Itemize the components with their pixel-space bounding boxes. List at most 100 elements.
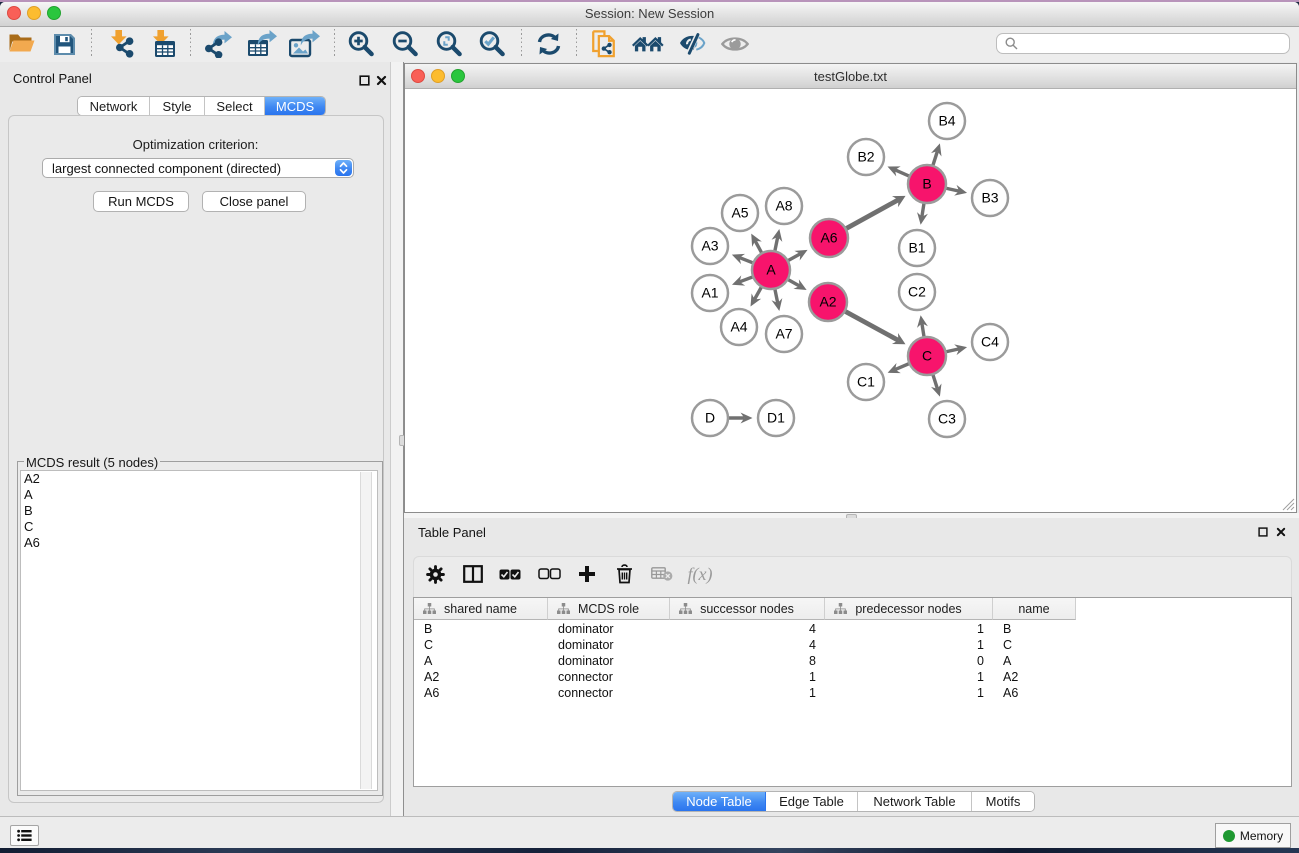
zoom-selected-button[interactable] [476,28,508,60]
memory-button[interactable]: Memory [1215,823,1291,848]
open-file-button[interactable] [6,28,38,60]
column-header-predecessor-nodes[interactable]: predecessor nodes [825,598,993,620]
zoom-out-button[interactable] [389,28,421,60]
table-cell[interactable]: 1 [825,685,984,701]
graph-node-A1[interactable]: A1 [692,275,728,311]
table-cell[interactable]: 4 [670,621,816,637]
column-header-successor-nodes[interactable]: successor nodes [670,598,825,620]
graph-node-A8[interactable]: A8 [766,188,802,224]
table-cell[interactable]: 1 [825,621,984,637]
graph-node-B[interactable]: B [908,165,946,203]
table-cell[interactable]: A [1003,653,1076,669]
graph-node-D[interactable]: D [692,400,728,436]
graph-node-C1[interactable]: C1 [848,364,884,400]
show-panels-button[interactable] [10,825,39,846]
add-column-button[interactable] [572,560,602,588]
zoom-in-button[interactable] [345,28,377,60]
tab-node-table[interactable]: Node Table [673,792,766,811]
table-cell[interactable]: C [1003,637,1076,653]
close-panel-icon[interactable] [376,75,387,86]
table-cell[interactable]: 0 [825,653,984,669]
mcds-result-item[interactable]: A2 [21,471,377,487]
tab-mcds[interactable]: MCDS [265,97,325,115]
criterion-dropdown[interactable]: largest connected component (directed) [42,158,354,178]
mcds-result-list[interactable]: A2ABCA6 [20,470,378,791]
table-cell[interactable]: A [424,653,548,669]
table-row-C[interactable]: Cdominator41 C [414,637,1084,653]
column-header-shared-name[interactable]: shared name [414,598,548,620]
mcds-list-scrollbar[interactable] [360,472,372,789]
graph-node-A7[interactable]: A7 [766,316,802,352]
graph-node-A2[interactable]: A2 [809,283,847,321]
gear-button[interactable] [420,560,450,588]
graph-node-A3[interactable]: A3 [692,228,728,264]
table-float-panel-icon[interactable] [1258,527,1268,537]
search-input[interactable] [996,33,1290,54]
table-cell[interactable]: A2 [424,669,548,685]
export-image-button[interactable] [288,28,320,60]
graph-node-A5[interactable]: A5 [722,195,758,231]
network-graph-canvas[interactable]: B4 B2 B B3 A5 A8 A6 B1 A3 A A1 C2 A4 A7 … [405,89,1296,512]
table-cell[interactable]: A2 [1003,669,1076,685]
graph-node-D1[interactable]: D1 [758,400,794,436]
graph-node-A4[interactable]: A4 [721,309,757,345]
graph-node-B1[interactable]: B1 [899,230,935,266]
graph-node-A6[interactable]: A6 [810,219,848,257]
table-cell[interactable]: 4 [670,637,816,653]
table-cell[interactable]: dominator [558,653,670,669]
columns-button[interactable] [458,560,488,588]
run-mcds-button[interactable]: Run MCDS [93,191,189,212]
table-cell[interactable]: 1 [825,637,984,653]
float-panel-icon[interactable] [359,75,370,86]
tab-style[interactable]: Style [150,97,205,115]
tab-edge-table[interactable]: Edge Table [766,792,858,811]
first-neighbors-button[interactable] [632,28,664,60]
table-cell[interactable]: 1 [670,685,816,701]
graph-node-A[interactable]: A [752,251,790,289]
table-cell[interactable]: 8 [670,653,816,669]
graph-node-B4[interactable]: B4 [929,103,965,139]
export-table-button[interactable] [246,28,278,60]
graph-node-C2[interactable]: C2 [899,274,935,310]
graph-node-C4[interactable]: C4 [972,324,1008,360]
table-row-B[interactable]: Bdominator41B [414,621,1084,637]
table-cell[interactable]: B [424,621,548,637]
table-cell[interactable]: A6 [1003,685,1076,701]
tab-select[interactable]: Select [205,97,265,115]
tab-motifs[interactable]: Motifs [972,792,1034,811]
tab-network-table[interactable]: Network Table [858,792,972,811]
vertical-splitter[interactable] [390,62,404,816]
show-all-button[interactable] [719,28,751,60]
mcds-result-item[interactable]: A6 [21,535,377,551]
column-header-MCDS-role[interactable]: MCDS role [548,598,670,620]
tab-network[interactable]: Network [78,97,150,115]
mcds-result-item[interactable]: B [21,503,377,519]
import-table-button[interactable] [148,28,180,60]
graph-node-C3[interactable]: C3 [929,401,965,437]
mcds-result-item[interactable]: A [21,487,377,503]
table-cell[interactable]: dominator [558,621,670,637]
table-cell[interactable]: 1 [670,669,816,685]
close-panel-button[interactable]: Close panel [202,191,306,212]
deselect-all-button[interactable] [534,560,564,588]
table-row-A2[interactable]: A2connector11A2 [414,669,1084,685]
table-cell[interactable]: C [424,637,548,653]
clone-network-button[interactable] [587,28,619,60]
select-all-button[interactable] [495,560,525,588]
table-row-A6[interactable]: A6connector11A6 [414,685,1084,701]
table-row-A[interactable]: Adominator80 A [414,653,1084,669]
delete-column-button[interactable] [609,560,639,588]
table-cell[interactable]: dominator [558,637,670,653]
import-network-button[interactable] [105,28,137,60]
table-cell[interactable]: connector [558,669,670,685]
graph-node-B2[interactable]: B2 [848,139,884,175]
export-network-button[interactable] [202,28,234,60]
save-session-button[interactable] [48,28,80,60]
table-close-panel-icon[interactable] [1276,527,1286,537]
graph-node-C[interactable]: C [908,337,946,375]
zoom-fit-button[interactable] [433,28,465,60]
refresh-button[interactable] [533,28,565,60]
table-cell[interactable]: connector [558,685,670,701]
table-cell[interactable]: A6 [424,685,548,701]
function-builder-button[interactable]: f(x) [682,560,718,588]
